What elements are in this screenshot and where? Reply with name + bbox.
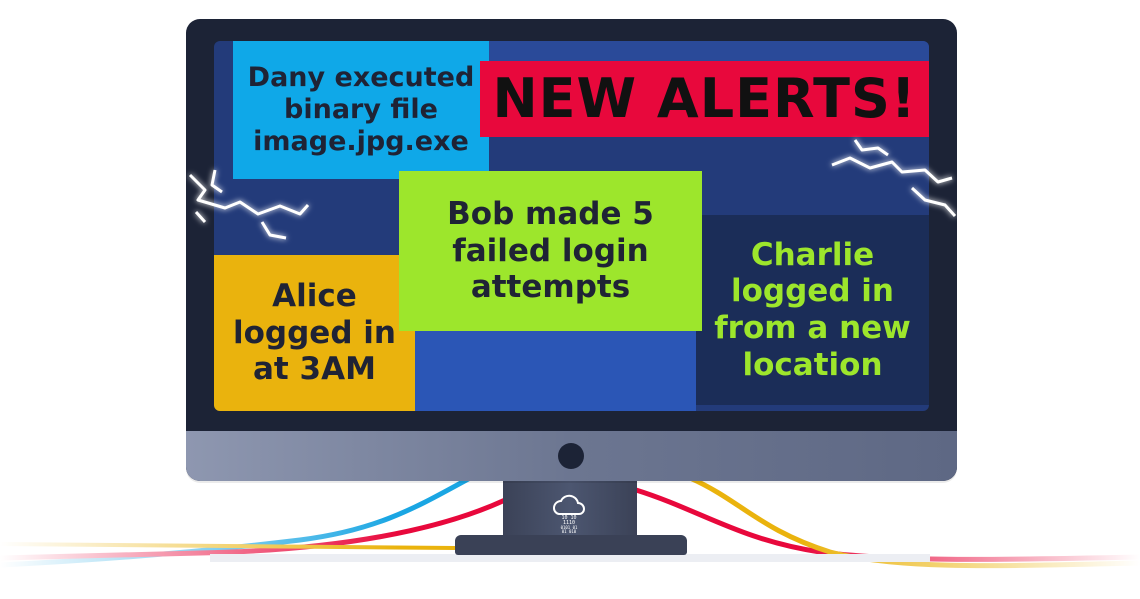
monitor-stand-base bbox=[455, 535, 687, 555]
alert-alice-login: Alice logged in at 3AM bbox=[214, 255, 415, 411]
monitor-screen: Dany executed binary file image.jpg.exe … bbox=[214, 41, 929, 411]
monitor: Dany executed binary file image.jpg.exe … bbox=[186, 19, 957, 481]
binary-line: 01 010 bbox=[562, 529, 577, 534]
cloud-icon: 10 10 1110 0101 01 01 010 bbox=[552, 494, 586, 534]
alert-bob-failed-logins: Bob made 5 failed login attempts bbox=[399, 171, 702, 331]
screen-band-bottom bbox=[415, 331, 696, 411]
illustration: 10 10 1110 0101 01 01 010 Dany executed … bbox=[0, 0, 1140, 599]
screen-band-top bbox=[489, 41, 929, 61]
alert-dany-binary: Dany executed binary file image.jpg.exe bbox=[233, 41, 489, 179]
new-alerts-headline: NEW ALERTS! bbox=[480, 61, 929, 137]
alert-charlie-location: Charlie logged in from a new location bbox=[696, 215, 929, 405]
monitor-chin bbox=[186, 431, 957, 481]
power-button bbox=[558, 443, 584, 469]
